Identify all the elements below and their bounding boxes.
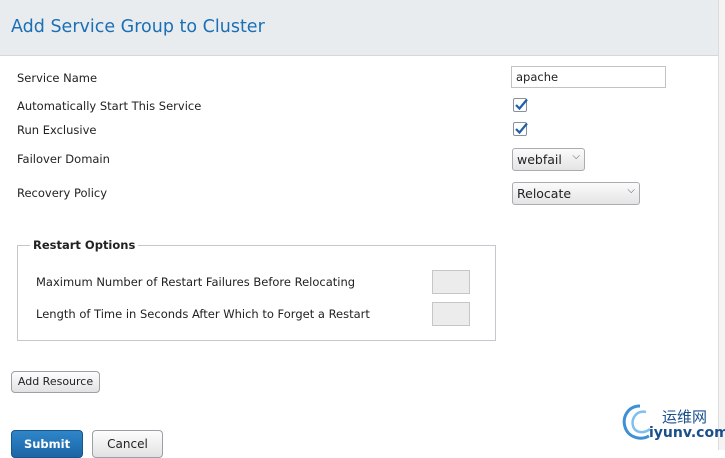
service-name-label: Service Name bbox=[17, 71, 98, 85]
run-exclusive-label: Run Exclusive bbox=[17, 123, 97, 137]
checkmark-icon bbox=[515, 122, 528, 135]
dialog-title: Add Service Group to Cluster bbox=[11, 17, 265, 37]
run-exclusive-checkbox[interactable] bbox=[513, 122, 528, 136]
dialog-header: Add Service Group to Cluster bbox=[0, 0, 718, 56]
max-restart-failures-label: Maximum Number of Restart Failures Befor… bbox=[36, 275, 356, 289]
failover-domain-label: Failover Domain bbox=[17, 152, 110, 166]
forget-restart-time-input[interactable] bbox=[432, 302, 470, 326]
watermark-text-url: iyunv.com bbox=[649, 425, 725, 441]
forget-restart-time-label: Length of Time in Seconds After Which to… bbox=[36, 307, 370, 321]
window-edge bbox=[718, 0, 725, 450]
restart-options-group: Restart Options bbox=[17, 238, 496, 341]
add-resource-button[interactable]: Add Resource bbox=[11, 371, 100, 393]
failover-domain-value: webfail bbox=[517, 152, 562, 167]
chevron-down-icon: ⌵ bbox=[627, 185, 635, 196]
cancel-button[interactable]: Cancel bbox=[92, 430, 163, 458]
recovery-policy-value: Relocate bbox=[517, 186, 572, 201]
service-name-input[interactable] bbox=[511, 66, 666, 88]
watermark-text-cn: 运维网 bbox=[662, 408, 708, 426]
submit-button[interactable]: Submit bbox=[11, 430, 83, 458]
chevron-down-icon: ⌵ bbox=[572, 151, 580, 162]
max-restart-failures-input[interactable] bbox=[432, 270, 470, 294]
checkmark-icon bbox=[515, 98, 528, 111]
autostart-checkbox[interactable] bbox=[513, 98, 528, 112]
recovery-policy-select[interactable]: Relocate ⌵ bbox=[512, 182, 640, 205]
restart-options-legend: Restart Options bbox=[33, 238, 136, 252]
failover-domain-select[interactable]: webfail ⌵ bbox=[512, 148, 585, 171]
autostart-label: Automatically Start This Service bbox=[17, 99, 202, 113]
recovery-policy-label: Recovery Policy bbox=[17, 186, 108, 200]
